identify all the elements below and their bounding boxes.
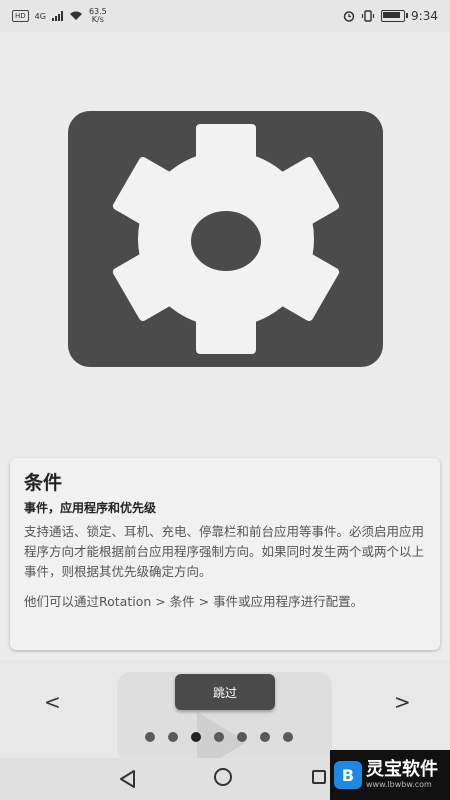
gear-icon xyxy=(112,124,339,354)
page-indicator xyxy=(145,732,293,742)
page-dot[interactable] xyxy=(283,732,293,742)
card-subtitle: 事件，应用程序和优先级 xyxy=(24,501,157,515)
status-right: 9:34 xyxy=(343,9,438,23)
page-dot[interactable] xyxy=(260,732,270,742)
watermark-name: 灵宝软件 xyxy=(366,759,438,780)
watermark: B 灵宝软件 www.lbwbw.com xyxy=(330,750,450,800)
watermark-text: 灵宝软件 www.lbwbw.com xyxy=(366,760,438,790)
back-icon[interactable] xyxy=(118,769,136,789)
wifi-icon xyxy=(69,11,82,20)
page-dot[interactable] xyxy=(145,732,155,742)
settings-illustration xyxy=(68,111,383,367)
status-left: HD 4G 63.5 K/s xyxy=(12,8,107,24)
status-bar: HD 4G 63.5 K/s 9:34 xyxy=(0,0,450,32)
hd-badge: HD xyxy=(12,10,29,22)
previous-arrow-icon[interactable]: < xyxy=(44,690,61,714)
page-dot[interactable] xyxy=(214,732,224,742)
watermark-logo: B xyxy=(334,761,362,789)
card-description: 支持通话、锁定、耳机、充电、停靠栏和前台应用等事件。必须启用应用程序方向才能根据… xyxy=(24,524,425,579)
home-icon[interactable] xyxy=(214,768,232,786)
recent-apps-icon[interactable] xyxy=(312,770,326,784)
page-dot-active[interactable] xyxy=(191,732,201,742)
speed-unit: K/s xyxy=(91,15,104,24)
page-dot[interactable] xyxy=(237,732,247,742)
card-note: 他们可以通过Rotation > 条件 > 事件或应用程序进行配置。 xyxy=(24,594,364,609)
network-label: 4G xyxy=(34,11,46,21)
battery-icon xyxy=(381,10,409,22)
alarm-icon xyxy=(343,11,355,22)
signal-icon xyxy=(51,11,63,21)
watermark-url: www.lbwbw.com xyxy=(366,780,432,789)
next-arrow-icon[interactable]: > xyxy=(394,690,411,714)
skip-button[interactable]: 跳过 xyxy=(175,674,275,710)
clock: 9:34 xyxy=(411,9,438,23)
network-speed: 63.5 K/s xyxy=(89,8,107,24)
card-title: 条件 xyxy=(24,472,63,494)
info-card: 条件 事件，应用程序和优先级 支持通话、锁定、耳机、充电、停靠栏和前台应用等事件… xyxy=(10,458,440,650)
page-dot[interactable] xyxy=(168,732,178,742)
vibrate-icon xyxy=(361,10,375,22)
